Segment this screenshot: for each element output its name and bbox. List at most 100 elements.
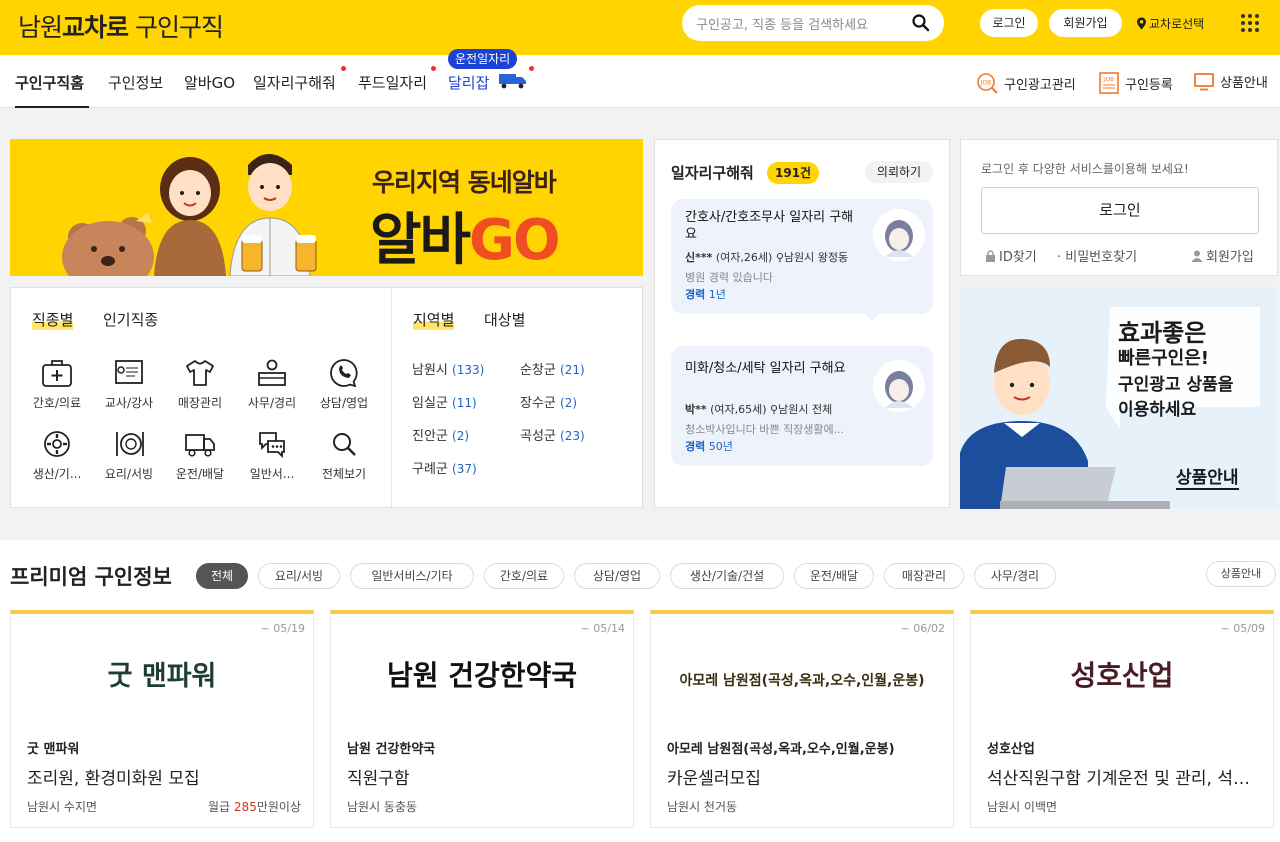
region-count: (11) bbox=[452, 396, 477, 410]
nav-job-info[interactable]: 구인정보 bbox=[108, 72, 163, 93]
category-label: 전체보기 bbox=[321, 467, 367, 481]
nav-alba-go[interactable]: 알바GO bbox=[184, 72, 235, 93]
filter-chip[interactable]: 간호/의료 bbox=[484, 563, 564, 589]
company-logo-text: 남원 건강한약국 bbox=[386, 659, 578, 692]
region-link[interactable]: 임실군 (11) bbox=[412, 392, 477, 411]
category-delivery[interactable]: 운전/배달 bbox=[168, 429, 232, 482]
job-seeker-name: 박** bbox=[685, 403, 707, 416]
category-general-service[interactable]: 일반서... bbox=[240, 429, 304, 482]
category-label: 사무/경리 bbox=[247, 396, 297, 410]
job-title: 석산직원구함 기계운전 및 관리, 석산직원 bbox=[987, 769, 1261, 789]
job-deadline: ~ 06/02 bbox=[900, 622, 945, 635]
region-name: 진안군 bbox=[412, 429, 448, 444]
region-link[interactable]: 곡성군 (23) bbox=[520, 425, 585, 444]
signup-link-label: 회원가입 bbox=[1206, 250, 1254, 265]
region-name: 장수군 bbox=[520, 396, 556, 411]
nav-ad-management[interactable]: JOB 구인광고관리 bbox=[976, 72, 1076, 94]
tab-by-target[interactable]: 대상별 bbox=[484, 309, 525, 330]
filter-chip[interactable]: 상담/영업 bbox=[574, 563, 660, 589]
jobs-wanted-panel: 일자리구해줘 191건 의뢰하기 간호사/간호조무사 일자리 구해요 신*** … bbox=[654, 139, 950, 508]
alba-go-banner[interactable]: 우리지역 동네알바 알바GO bbox=[10, 139, 643, 276]
job-title: 직원구함 bbox=[347, 769, 410, 789]
filter-chip[interactable]: 매장관리 bbox=[884, 563, 964, 589]
category-office[interactable]: 사무/경리 bbox=[240, 358, 304, 411]
company-name: 아모레 남원점(곡성,옥과,오수,인월,운봉) bbox=[667, 742, 895, 757]
nav-products[interactable]: 상품안내 bbox=[1194, 72, 1268, 91]
company-logo-text: 굿 맨파워 bbox=[107, 661, 217, 692]
category-cooking[interactable]: 요리/서빙 bbox=[97, 429, 161, 482]
panel-divider bbox=[391, 288, 392, 507]
job-seeker-title: 간호사/간호조무사 일자리 구해요 bbox=[685, 210, 854, 242]
job-seeker-card[interactable]: 간호사/간호조무사 일자리 구해요 신*** (여자,26세) ⚲남원시 왕정동… bbox=[671, 199, 933, 321]
jobs-wanted-count-badge: 191건 bbox=[767, 162, 820, 184]
filter-chip[interactable]: 일반서비스/기타 bbox=[350, 563, 474, 589]
promo-banner[interactable]: 효과좋은 빠른구인은! 구인광고 상품을 이용하세요 상품안내 bbox=[960, 287, 1278, 509]
category-teacher[interactable]: 교사/강사 bbox=[97, 358, 161, 411]
category-sales[interactable]: 상담/영업 bbox=[312, 358, 376, 411]
region-link[interactable]: 순창군 (21) bbox=[520, 359, 585, 378]
category-store-manager[interactable]: 매장관리 bbox=[168, 358, 232, 411]
region-count: (23) bbox=[560, 429, 585, 443]
search-box[interactable]: 구인공고, 직종 등을 검색하세요 bbox=[682, 5, 944, 41]
promo-product-link[interactable]: 상품안내 bbox=[1176, 463, 1239, 490]
category-nursing[interactable]: 간호/의료 bbox=[25, 358, 89, 411]
signup-button[interactable]: 회원가입 bbox=[1049, 9, 1122, 37]
filter-chip[interactable]: 생산/기술/건설 bbox=[670, 563, 784, 589]
signup-link[interactable]: 회원가입 bbox=[1191, 246, 1254, 265]
request-button[interactable]: 의뢰하기 bbox=[865, 161, 933, 183]
banner-title-part: 알바 bbox=[370, 208, 471, 273]
job-seeker-desc: 병원 경력 있습니다 bbox=[685, 271, 773, 284]
category-label: 요리/서빙 bbox=[104, 467, 154, 481]
banner-illustration bbox=[62, 154, 317, 276]
category-production[interactable]: 생산/기... bbox=[25, 429, 89, 482]
nav-dalijob[interactable]: 달리잡 bbox=[448, 72, 489, 93]
user-icon bbox=[1191, 250, 1203, 262]
region-link[interactable]: 구례군 (37) bbox=[412, 458, 477, 477]
jobs-wanted-title: 일자리구해줘 bbox=[671, 164, 754, 182]
tab-by-region[interactable]: 지역별 bbox=[413, 309, 455, 330]
grid-menu-icon[interactable] bbox=[1240, 13, 1260, 33]
tab-by-job-type[interactable]: 직종별 bbox=[32, 309, 74, 330]
active-tab-underline bbox=[15, 106, 89, 108]
filter-chip[interactable]: 사무/경리 bbox=[974, 563, 1056, 589]
region-count: (133) bbox=[452, 363, 485, 377]
region-select-button[interactable]: 교차로선택 bbox=[1136, 15, 1204, 32]
site-logo[interactable]: 남원교차로 구인구직 bbox=[18, 8, 224, 44]
nav-products-label: 상품안내 bbox=[1220, 76, 1268, 91]
login-main-button[interactable]: 로그인 bbox=[981, 187, 1259, 234]
job-seeker-meta: 박** (여자,65세) ⚲남원시 전체 bbox=[685, 403, 833, 416]
login-panel: 로그인 후 다양한 서비스를이용해 보세요! 로그인 ID찾기 · 비밀번호찾기… bbox=[960, 139, 1278, 276]
login-button[interactable]: 로그인 bbox=[980, 9, 1038, 37]
nav-food-job[interactable]: 푸드일자리 bbox=[358, 72, 427, 93]
job-deadline: ~ 05/19 bbox=[260, 622, 305, 635]
first-aid-kit-icon bbox=[42, 360, 72, 387]
svg-text:JOB: JOB bbox=[1103, 77, 1114, 83]
search-icon[interactable] bbox=[911, 13, 931, 33]
premium-job-card[interactable]: ~ 06/02 아모레 남원점(곡성,옥과,오수,인월,운봉) 아모레 남원점(… bbox=[650, 610, 954, 828]
premium-job-card[interactable]: ~ 05/09 성호산업 성호산업 석산직원구함 기계운전 및 관리, 석산직원… bbox=[970, 610, 1274, 828]
job-seeker-card[interactable]: 미화/청소/세탁 일자리 구해요 박** (여자,65세) ⚲남원시 전체 청소… bbox=[671, 346, 933, 466]
nav-find-job[interactable]: 일자리구해줘 bbox=[253, 72, 336, 93]
premium-job-card[interactable]: ~ 05/19 굿 맨파워 굿 맨파워 조리원, 환경미화원 모집 남원시 수지… bbox=[10, 610, 314, 828]
category-view-all[interactable]: 전체보기 bbox=[312, 429, 376, 482]
top-header: 남원교차로 구인구직 구인공고, 직종 등을 검색하세요 로그인 회원가입 교차… bbox=[0, 0, 1280, 55]
region-link[interactable]: 장수군 (2) bbox=[520, 392, 577, 411]
nav-register-job[interactable]: JOB 구인등록 bbox=[1099, 72, 1173, 94]
filter-chip[interactable]: 요리/서빙 bbox=[258, 563, 340, 589]
region-link[interactable]: 남원시 (133) bbox=[412, 359, 484, 378]
find-password-label: 비밀번호찾기 bbox=[1065, 250, 1138, 265]
filter-chip[interactable]: 운전/배달 bbox=[794, 563, 874, 589]
premium-job-card[interactable]: ~ 05/14 남원 건강한약국 남원 건강한약국 직원구함 남원시 동충동 bbox=[330, 610, 634, 828]
nav-home[interactable]: 구인구직홈 bbox=[15, 72, 84, 93]
premium-product-button[interactable]: 상품안내 bbox=[1206, 561, 1276, 587]
region-link[interactable]: 진안군 (2) bbox=[412, 425, 469, 444]
find-id-link[interactable]: ID찾기 bbox=[985, 246, 1037, 265]
female-avatar-icon bbox=[885, 371, 913, 408]
find-password-link[interactable]: · 비밀번호찾기 bbox=[1057, 246, 1137, 265]
search-input[interactable]: 구인공고, 직종 등을 검색하세요 bbox=[696, 14, 868, 33]
job-document-icon: JOB bbox=[1099, 72, 1119, 94]
job-seeker-meta: 신*** (여자,26세) ⚲남원시 왕정동 bbox=[685, 251, 849, 264]
logo-part-service: 구인구직 bbox=[134, 13, 224, 42]
filter-chip-all[interactable]: 전체 bbox=[196, 563, 248, 589]
tab-popular-jobs[interactable]: 인기직종 bbox=[103, 309, 158, 330]
